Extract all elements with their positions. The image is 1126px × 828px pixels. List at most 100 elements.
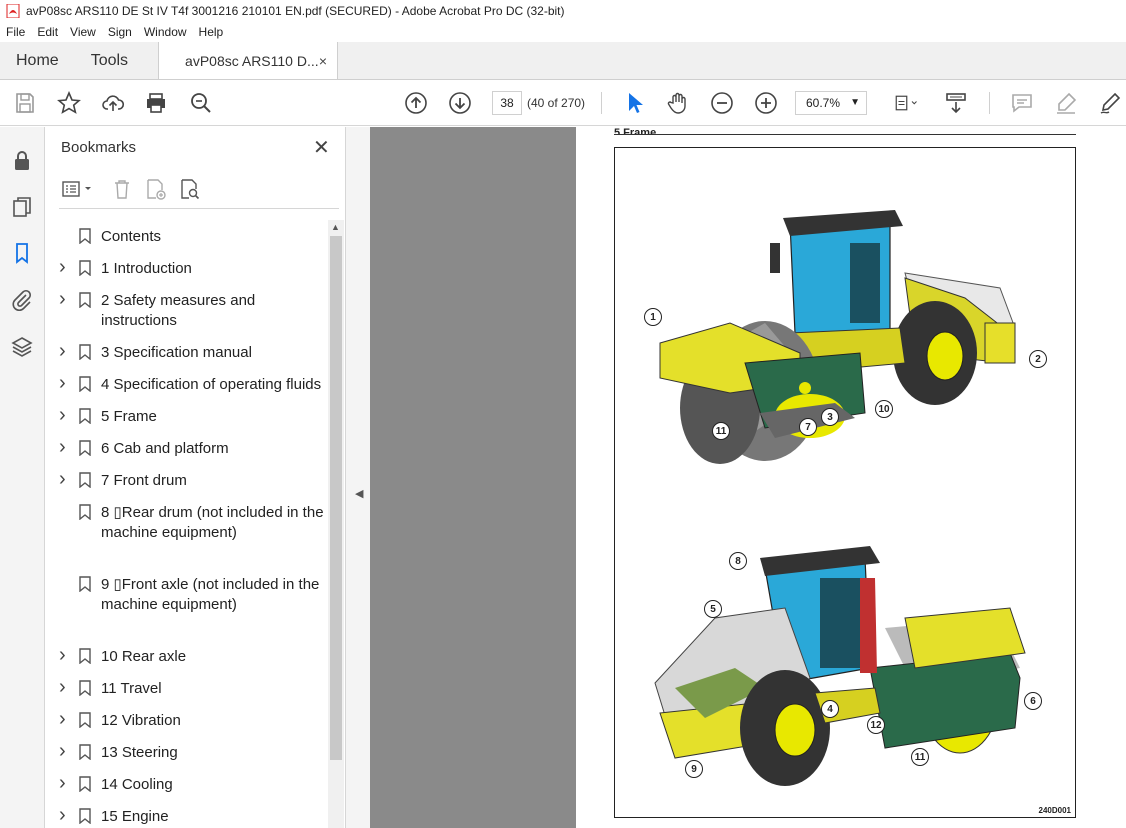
plus-circle-icon <box>755 92 777 114</box>
chevron-right-icon[interactable]: › <box>59 772 66 795</box>
menu-edit[interactable]: Edit <box>37 25 58 39</box>
bookmark-icon <box>79 228 91 244</box>
pen-sign-icon <box>1100 92 1121 114</box>
menu-sign[interactable]: Sign <box>108 25 132 39</box>
scrollbar-thumb[interactable] <box>330 236 342 760</box>
callout-8: 8 <box>729 552 747 570</box>
callout-7: 7 <box>799 418 817 436</box>
bookmark-icon <box>79 576 91 592</box>
bookmark-panel-icon[interactable] <box>10 241 34 265</box>
tab-document[interactable]: avP08sc ARS110 D... × <box>158 42 339 79</box>
title-bar: avP08sc ARS110 DE St IV T4f 3001216 2101… <box>0 0 1126 22</box>
window-title: avP08sc ARS110 DE St IV T4f 3001216 2101… <box>26 4 565 18</box>
bookmarks-toolbar <box>59 175 339 209</box>
zoom-level-select[interactable]: 60.7% ▼ <box>795 91 867 115</box>
scroll-mode-button[interactable] <box>943 90 969 116</box>
chevron-right-icon[interactable]: › <box>59 404 66 427</box>
bookmark-label: 7 Front drum <box>101 472 187 489</box>
bookmark-label: 8 ▯Rear drum (not included in the machin… <box>101 504 324 541</box>
tab-home[interactable]: Home <box>0 42 75 79</box>
cursor-arrow-icon <box>629 93 643 113</box>
trash-icon[interactable] <box>111 177 133 201</box>
menu-view[interactable]: View <box>70 25 96 39</box>
main-toolbar: 38 (40 of 270) 60.7% ▼ <box>0 80 1126 126</box>
new-bookmark-icon[interactable] <box>145 177 167 201</box>
previous-page-button[interactable] <box>403 90 429 116</box>
close-icon[interactable]: ✕ <box>313 135 330 160</box>
bookmark-icon <box>79 504 91 520</box>
bookmark-icon <box>79 440 91 456</box>
callout-9: 9 <box>685 760 703 778</box>
options-menu-icon[interactable] <box>61 177 95 201</box>
scroll-icon <box>946 93 966 114</box>
pages-thumbnails-icon[interactable] <box>10 195 34 219</box>
chevron-right-icon[interactable]: › <box>59 468 66 491</box>
zoom-out-button[interactable] <box>709 90 735 116</box>
bookmarks-title: Bookmarks <box>61 139 137 156</box>
bookmark-label: 15 Engine <box>101 808 169 825</box>
callout-1: 1 <box>644 308 662 326</box>
roller-illustration <box>654 210 1026 786</box>
find-bookmark-icon[interactable] <box>179 177 201 201</box>
page-number-input[interactable]: 38 <box>492 91 522 115</box>
zoom-in-button[interactable] <box>753 90 779 116</box>
page-layout-button[interactable] <box>889 90 923 116</box>
collapse-panel-icon[interactable]: ◀ <box>355 487 363 500</box>
bookmarks-list: Contents › 1 Introduction › 2 Safety measure… <box>45 221 330 828</box>
chevron-right-icon[interactable]: › <box>59 288 66 311</box>
highlighter-icon <box>1057 92 1077 114</box>
menu-file[interactable]: File <box>6 25 25 39</box>
layers-icon[interactable] <box>10 335 34 359</box>
bookmark-label: 1 Introduction <box>101 260 192 277</box>
comment-button[interactable] <box>1009 90 1035 116</box>
print-button[interactable] <box>143 90 169 116</box>
machine-figure: 1 2 3 7 10 11 8 5 4 12 6 9 11 240D001 <box>614 147 1076 818</box>
bookmarks-panel: Bookmarks ✕ Contents › 1 Introduction › 2 Sa… <box>45 127 345 828</box>
tab-bar: Home Tools avP08sc ARS110 D... × <box>0 42 1126 80</box>
tab-close-button[interactable]: × <box>319 53 327 69</box>
chevron-right-icon[interactable]: › <box>59 804 66 827</box>
document-viewport[interactable]: 5 Frame 1 2 3 7 10 11 8 5 4 12 6 9 11 24… <box>370 127 1126 828</box>
select-tool-button[interactable] <box>622 90 648 116</box>
chevron-right-icon[interactable]: › <box>59 256 66 279</box>
pdf-page: 5 Frame 1 2 3 7 10 11 8 5 4 12 6 9 11 24… <box>576 127 1126 828</box>
callout-12: 12 <box>867 716 885 734</box>
tab-tools[interactable]: Tools <box>75 42 144 79</box>
callout-3: 3 <box>821 408 839 426</box>
next-page-button[interactable] <box>447 90 473 116</box>
menu-window[interactable]: Window <box>144 25 187 39</box>
bookmark-label: 11 Travel <box>101 680 162 697</box>
bookmark-label: 3 Specification manual <box>101 344 252 361</box>
hand-tool-button[interactable] <box>665 90 691 116</box>
scroll-up-icon[interactable]: ▲ <box>331 222 340 232</box>
bookmark-star-button[interactable] <box>56 90 82 116</box>
arrow-down-circle-icon <box>449 92 471 114</box>
attachment-icon[interactable] <box>10 288 34 312</box>
lock-icon[interactable] <box>10 149 34 173</box>
chevron-right-icon[interactable]: › <box>59 340 66 363</box>
menu-help[interactable]: Help <box>199 25 224 39</box>
bookmark-label: 2 Safety measures and instructions <box>101 292 256 329</box>
sign-button[interactable] <box>1097 90 1123 116</box>
arrow-up-circle-icon <box>405 92 427 114</box>
callout-11: 11 <box>712 422 730 440</box>
bookmark-label: 13 Steering <box>101 744 178 761</box>
chevron-right-icon[interactable]: › <box>59 436 66 459</box>
bookmark-label: 14 Cooling <box>101 776 173 793</box>
callout-10: 10 <box>875 400 893 418</box>
printer-icon <box>147 93 165 113</box>
bookmark-label: 9 ▯Front axle (not included in the machi… <box>101 576 320 613</box>
upload-button[interactable] <box>100 90 126 116</box>
chevron-right-icon[interactable]: › <box>59 644 66 667</box>
bookmark-label: 5 Frame <box>101 408 157 425</box>
acrobat-icon <box>6 4 20 18</box>
chevron-right-icon[interactable]: › <box>59 708 66 731</box>
chevron-right-icon[interactable]: › <box>59 740 66 763</box>
chevron-right-icon[interactable]: › <box>59 676 66 699</box>
highlight-button[interactable] <box>1053 90 1079 116</box>
find-button[interactable] <box>188 90 214 116</box>
chevron-right-icon[interactable]: › <box>59 372 66 395</box>
save-button[interactable] <box>12 90 38 116</box>
panel-divider[interactable]: ◀ <box>345 127 370 828</box>
bookmarks-scrollbar[interactable]: ▲ <box>328 220 344 828</box>
